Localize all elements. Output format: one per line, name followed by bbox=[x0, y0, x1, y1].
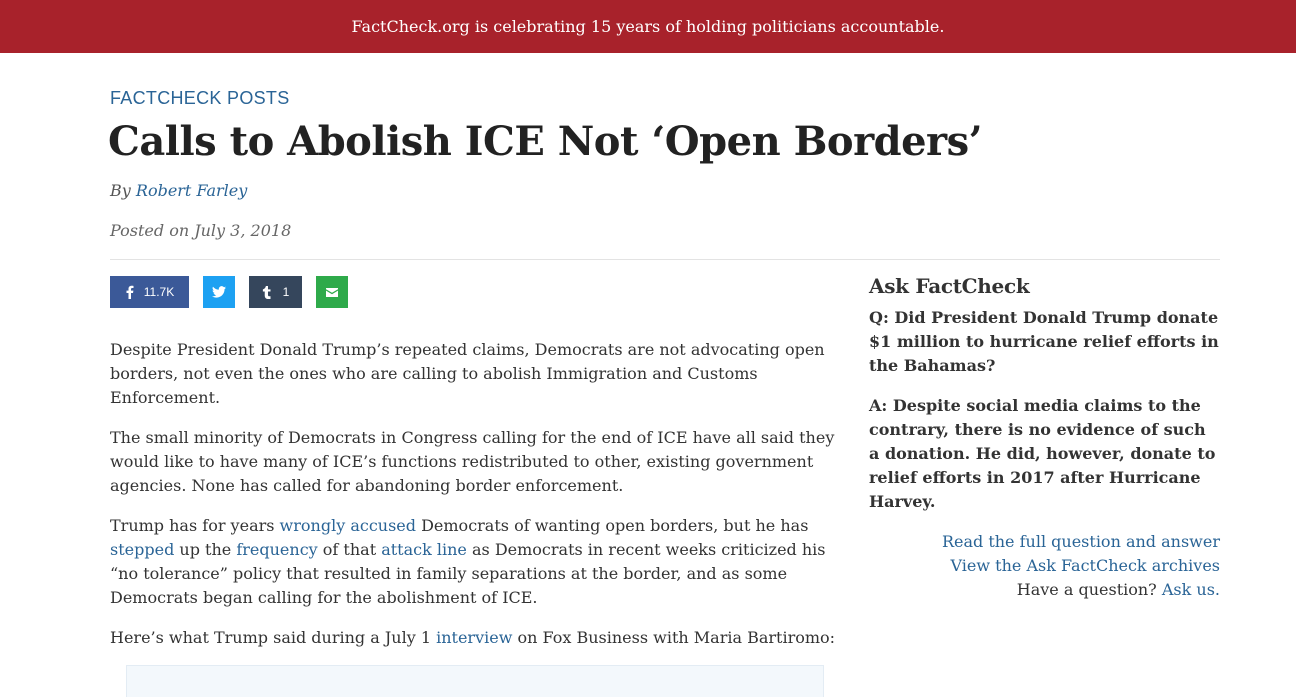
paragraph-text: Here’s what Trump said during a July 1 bbox=[110, 628, 437, 647]
tumblr-share-button[interactable]: 1 bbox=[249, 276, 302, 308]
blockquote-box bbox=[126, 665, 824, 697]
paragraph-text: up the bbox=[174, 540, 237, 559]
read-full-question-link[interactable]: Read the full question and answer bbox=[942, 532, 1220, 551]
paragraph-text: on Fox Business with Maria Bartiromo: bbox=[512, 628, 836, 647]
article-paragraph: Trump has for years wrongly accused Demo… bbox=[110, 514, 840, 610]
paragraph-text: of that bbox=[317, 540, 382, 559]
ask-us-link[interactable]: Ask us. bbox=[1162, 580, 1220, 599]
ask-factcheck-sidebar: Ask FactCheck Q: Did President Donald Tr… bbox=[869, 274, 1220, 602]
stepped-link[interactable]: stepped bbox=[110, 540, 174, 559]
author-link[interactable]: Robert Farley bbox=[136, 181, 247, 200]
tumblr-icon bbox=[262, 285, 271, 299]
sidebar-question: Q: Did President Donald Trump donate $1 … bbox=[869, 308, 1219, 375]
view-archives-link[interactable]: View the Ask FactCheck archives bbox=[951, 556, 1220, 575]
sidebar-links: Read the full question and answer View t… bbox=[869, 530, 1220, 602]
tumblr-share-count: 1 bbox=[282, 285, 290, 299]
header-divider bbox=[110, 259, 1220, 260]
paragraph-text: Trump has for years bbox=[110, 516, 280, 535]
article-paragraph: The small minority of Democrats in Congr… bbox=[110, 428, 835, 495]
sidebar-heading: Ask FactCheck bbox=[869, 274, 1030, 298]
article-paragraph: Despite President Donald Trump’s repeate… bbox=[110, 340, 825, 407]
twitter-share-button[interactable] bbox=[203, 276, 235, 308]
email-icon bbox=[326, 287, 338, 297]
frequency-link[interactable]: frequency bbox=[236, 540, 317, 559]
wrongly-accused-link[interactable]: wrongly accused bbox=[280, 516, 416, 535]
byline: By Robert Farley bbox=[110, 181, 247, 200]
email-share-button[interactable] bbox=[316, 276, 348, 308]
attack-line-link[interactable]: attack line bbox=[381, 540, 467, 559]
facebook-share-button[interactable]: 11.7K bbox=[110, 276, 189, 308]
share-bar: 11.7K 1 bbox=[110, 276, 348, 308]
banner-text: FactCheck.org is celebrating 15 years of… bbox=[351, 17, 945, 36]
byline-prefix: By bbox=[110, 181, 136, 200]
article-paragraph: Here’s what Trump said during a July 1 i… bbox=[110, 626, 840, 650]
interview-link[interactable]: interview bbox=[436, 628, 512, 647]
article-body: Despite President Donald Trump’s repeate… bbox=[110, 338, 840, 666]
post-category-link[interactable]: FACTCHECK POSTS bbox=[110, 88, 290, 109]
facebook-share-count: 11.7K bbox=[143, 285, 175, 299]
posted-date: Posted on July 3, 2018 bbox=[110, 221, 292, 240]
twitter-icon bbox=[212, 286, 226, 298]
announcement-banner[interactable]: FactCheck.org is celebrating 15 years of… bbox=[0, 0, 1296, 53]
page-title: Calls to Abolish ICE Not ‘Open Borders’ bbox=[108, 118, 983, 165]
paragraph-text: Democrats of wanting open borders, but h… bbox=[416, 516, 809, 535]
sidebar-answer: A: Despite social media claims to the co… bbox=[869, 396, 1216, 511]
have-question-text: Have a question? bbox=[1016, 580, 1162, 599]
facebook-icon bbox=[125, 285, 134, 299]
